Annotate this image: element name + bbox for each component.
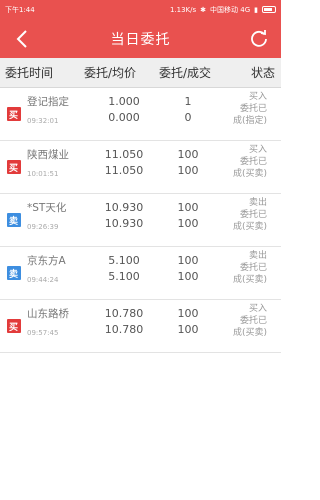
order-row[interactable]: 买 陕西煤业 10:01:51 11.050 11.050 100 100 买入… (0, 141, 281, 194)
direction-label: 卖出 (248, 198, 267, 208)
order-qty: 100 (177, 254, 199, 267)
trade-type-badge: 买 (6, 319, 21, 333)
price-cell: 1.000 0.000 (95, 88, 153, 140)
stock-cell: 登记指定 09:32:01 (27, 88, 95, 140)
status-label: 委托已 (239, 104, 267, 114)
bluetooth-icon: ✱ (200, 5, 207, 14)
status-detail: 成(买卖) (232, 222, 267, 232)
status-detail: 成(买卖) (232, 328, 267, 338)
qty-cell: 100 100 (153, 141, 223, 193)
status-cell: 买入 委托已 成(买卖) (223, 300, 281, 352)
stock-cell: 京东方A 09:44:24 (27, 247, 95, 299)
price-cell: 10.930 10.930 (95, 194, 153, 246)
trade-type-badge: 卖 (6, 266, 21, 280)
title-bar: 当日委托 (0, 19, 281, 58)
status-time: 下午1:44 (5, 5, 35, 14)
status-cell: 买入 委托已 成(指定) (223, 88, 281, 140)
price-cell: 11.050 11.050 (95, 141, 153, 193)
order-price: 5.100 (108, 254, 140, 267)
header-qty: 委托/成交 (158, 66, 212, 80)
badge-cell: 买 (0, 141, 27, 193)
filled-qty: 100 (177, 270, 199, 283)
order-time: 09:44:24 (27, 276, 59, 284)
direction-label: 买入 (248, 145, 267, 155)
order-row[interactable]: 卖 京东方A 09:44:24 5.100 5.100 100 100 卖出 委… (0, 247, 281, 300)
back-button[interactable] (10, 28, 34, 50)
order-row[interactable]: 买 登记指定 09:32:01 1.000 0.000 1 0 买入 委托已 成… (0, 88, 281, 141)
refresh-button[interactable] (247, 27, 271, 51)
avg-price: 10.930 (104, 217, 144, 230)
avg-price: 0.000 (108, 111, 140, 124)
status-label: 委托已 (239, 157, 267, 167)
badge-cell: 卖 (0, 194, 27, 246)
chevron-left-icon (16, 30, 27, 48)
avg-price: 11.050 (104, 164, 144, 177)
trade-type-badge: 买 (6, 107, 21, 121)
status-detail: 成(买卖) (232, 275, 267, 285)
trade-type-badge: 卖 (6, 213, 21, 227)
direction-label: 买入 (248, 92, 267, 102)
order-list: 买 登记指定 09:32:01 1.000 0.000 1 0 买入 委托已 成… (0, 88, 281, 353)
order-price: 11.050 (104, 148, 144, 161)
stock-cell: *ST天化 09:26:39 (27, 194, 95, 246)
battery-icon (262, 6, 276, 13)
filled-qty: 100 (177, 164, 199, 177)
table-header: 委托时间 委托/均价 委托/成交 状态 (0, 58, 281, 88)
badge-cell: 卖 (0, 247, 27, 299)
order-row[interactable]: 卖 *ST天化 09:26:39 10.930 10.930 100 100 卖… (0, 194, 281, 247)
trade-type-badge: 买 (6, 160, 21, 174)
order-price: 10.930 (104, 201, 144, 214)
filled-qty: 0 (184, 111, 192, 124)
qty-cell: 100 100 (153, 300, 223, 352)
order-qty: 100 (177, 148, 199, 161)
status-cell: 卖出 委托已 成(买卖) (223, 247, 281, 299)
status-detail: 成(买卖) (232, 169, 267, 179)
status-cell: 卖出 委托已 成(买卖) (223, 194, 281, 246)
stock-name: 山东路桥 (27, 308, 69, 320)
status-label: 委托已 (239, 316, 267, 326)
header-status: 状态 (250, 66, 275, 80)
order-qty: 100 (177, 307, 199, 320)
stock-name: *ST天化 (27, 202, 67, 214)
status-detail: 成(指定) (232, 116, 267, 126)
order-qty: 1 (184, 95, 192, 108)
stock-name: 登记指定 (27, 96, 69, 108)
avg-price: 5.100 (108, 270, 140, 283)
order-row[interactable]: 买 山东路桥 09:57:45 10.780 10.780 100 100 买入… (0, 300, 281, 353)
badge-cell: 买 (0, 300, 27, 352)
order-qty: 100 (177, 201, 199, 214)
price-cell: 10.780 10.780 (95, 300, 153, 352)
order-time: 09:26:39 (27, 223, 59, 231)
signal-icon: ▮ (254, 5, 258, 14)
header-price: 委托/均价 (83, 66, 137, 80)
status-bar: 下午1:44 1.13K/s ✱ 中国移动 4G ▮ (0, 0, 281, 19)
direction-label: 买入 (248, 304, 267, 314)
stock-cell: 陕西煤业 10:01:51 (27, 141, 95, 193)
price-cell: 5.100 5.100 (95, 247, 153, 299)
refresh-icon (251, 30, 267, 47)
stock-name: 京东方A (27, 255, 66, 267)
status-cell: 买入 委托已 成(买卖) (223, 141, 281, 193)
qty-cell: 100 100 (153, 247, 223, 299)
order-price: 10.780 (104, 307, 144, 320)
carrier-label: 中国移动 4G (210, 5, 251, 14)
filled-qty: 100 (177, 217, 199, 230)
qty-cell: 1 0 (153, 88, 223, 140)
avg-price: 10.780 (104, 323, 144, 336)
order-price: 1.000 (108, 95, 140, 108)
stock-cell: 山东路桥 09:57:45 (27, 300, 95, 352)
qty-cell: 100 100 (153, 194, 223, 246)
network-speed: 1.13K/s (169, 5, 197, 14)
status-label: 委托已 (239, 210, 267, 220)
badge-cell: 买 (0, 88, 27, 140)
status-label: 委托已 (239, 263, 267, 273)
header-time: 委托时间 (5, 66, 54, 80)
order-time: 10:01:51 (27, 170, 59, 178)
stock-name: 陕西煤业 (27, 149, 69, 161)
direction-label: 卖出 (248, 251, 267, 261)
filled-qty: 100 (177, 323, 199, 336)
page-title: 当日委托 (110, 31, 171, 48)
order-time: 09:57:45 (27, 329, 59, 337)
order-time: 09:32:01 (27, 117, 59, 125)
